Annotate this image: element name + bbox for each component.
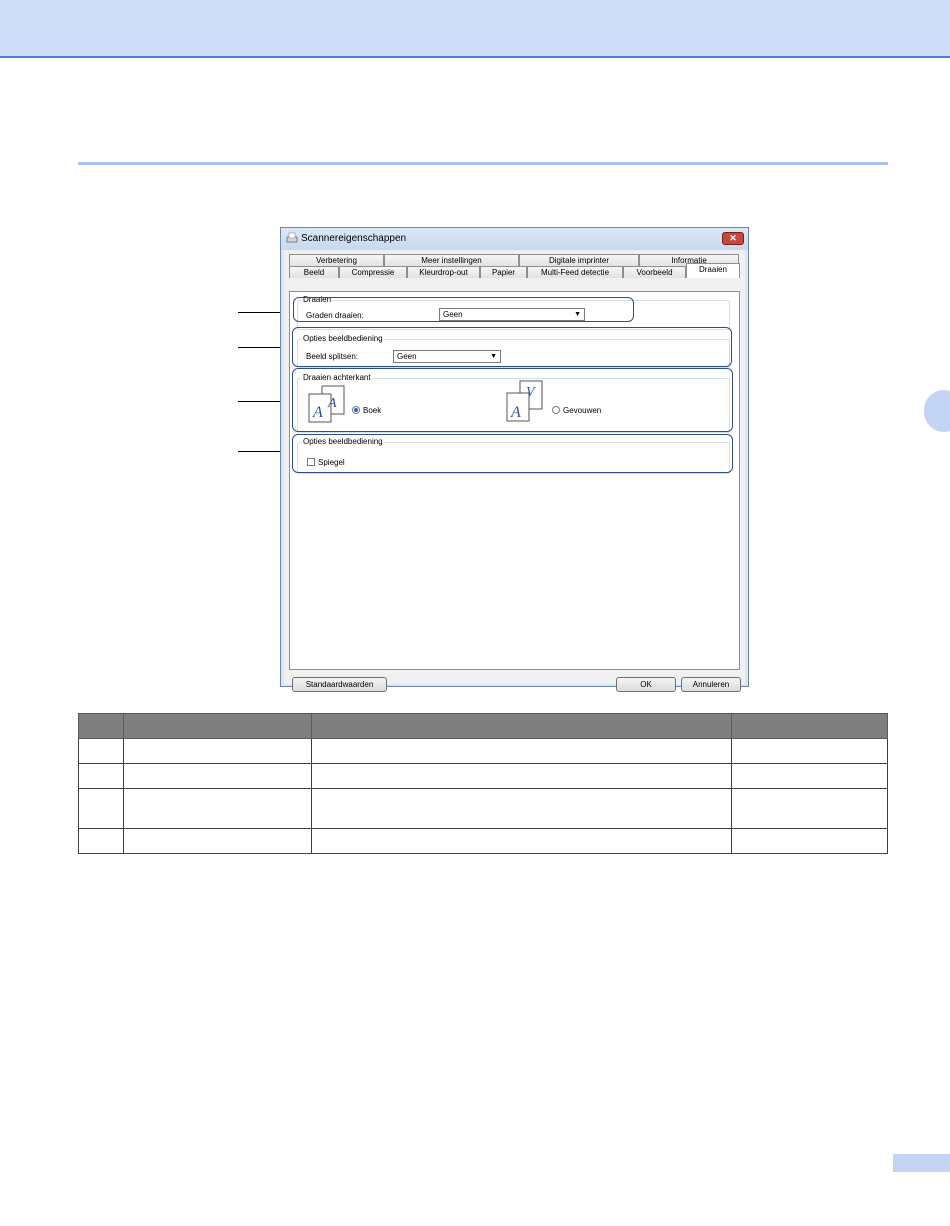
dialog-title: Scannereigenschappen bbox=[301, 233, 407, 244]
scanner-icon bbox=[286, 232, 298, 243]
standaardwaarden-button[interactable]: Standaardwaarden bbox=[292, 677, 387, 692]
callout-box-4 bbox=[292, 434, 733, 473]
chapter-tab bbox=[924, 390, 950, 432]
tab-draaien[interactable]: Draaien bbox=[686, 263, 740, 278]
callout-box-2 bbox=[292, 327, 732, 367]
callout-box-3 bbox=[292, 368, 733, 432]
table-header-cell bbox=[78, 713, 124, 739]
table-header-cell bbox=[311, 713, 732, 739]
table-header-cell bbox=[123, 713, 312, 739]
tab-meer-instellingen[interactable]: Meer instellingen bbox=[384, 254, 519, 266]
tab-kleurdrop-out[interactable]: Kleurdrop-out bbox=[407, 266, 480, 278]
tab-digitale-imprinter[interactable]: Digitale imprinter bbox=[519, 254, 639, 266]
tab-compressie[interactable]: Compressie bbox=[339, 266, 407, 278]
annuleren-button[interactable]: Annuleren bbox=[681, 677, 741, 692]
settings-table bbox=[78, 713, 888, 854]
section-rule bbox=[78, 162, 888, 165]
tab-voorbeeld[interactable]: Voorbeeld bbox=[623, 266, 686, 278]
tab-papier[interactable]: Papier bbox=[480, 266, 527, 278]
tab-verbetering[interactable]: Verbetering bbox=[289, 254, 384, 266]
ok-button[interactable]: OK bbox=[616, 677, 676, 692]
tab-beeld[interactable]: Beeld bbox=[289, 266, 339, 278]
tab-multi-feed-detectie[interactable]: Multi-Feed detectie bbox=[527, 266, 623, 278]
table-row bbox=[78, 738, 888, 764]
page-number-box bbox=[893, 1154, 950, 1172]
table-row bbox=[78, 828, 888, 854]
table-row bbox=[78, 788, 888, 829]
table-header-cell bbox=[731, 713, 888, 739]
page-header-band bbox=[0, 0, 950, 58]
table-row bbox=[78, 763, 888, 789]
close-button[interactable]: ✕ bbox=[722, 232, 744, 245]
dialog-titlebar: Scannereigenschappen ✕ bbox=[281, 228, 748, 250]
callout-box-1 bbox=[293, 297, 634, 322]
table-header-row bbox=[78, 713, 888, 739]
